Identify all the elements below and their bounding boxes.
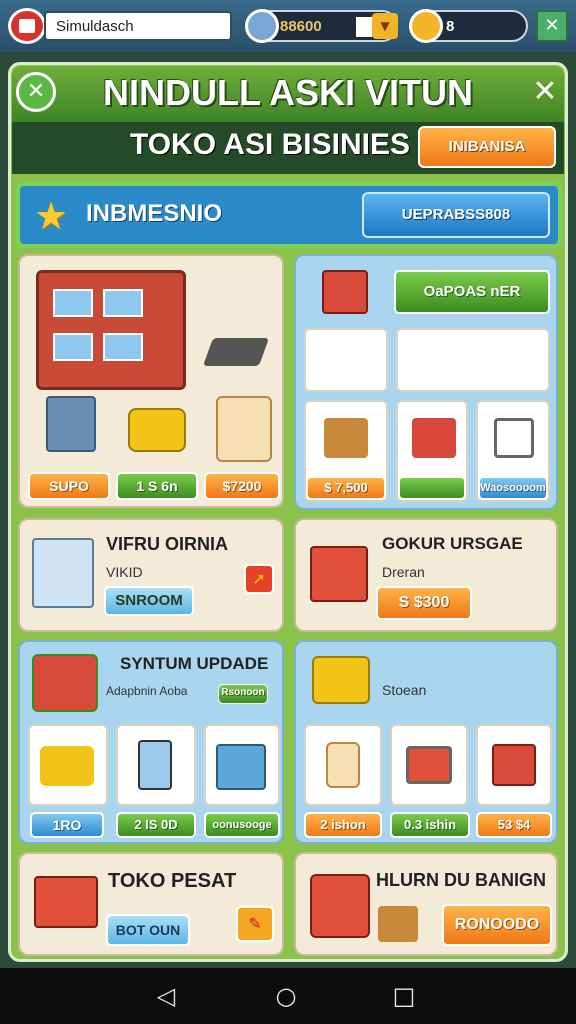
house-icon <box>19 19 35 33</box>
close-icon[interactable]: ✕ <box>16 72 56 112</box>
system-button-3[interactable]: oonusooge <box>204 812 280 838</box>
atm-icon <box>46 396 96 452</box>
vendor-icon <box>326 742 360 788</box>
vifru-action-icon[interactable]: ➚ <box>244 564 274 594</box>
system-title: SYNTUM UPDADE <box>120 654 269 673</box>
gokur-card: GOKUR URSGAE Dreran S $300 <box>294 518 558 632</box>
system-card: SYNTUM UPDADE Adapbnin Aoba Rsonoon 1RO … <box>18 640 284 844</box>
shop-price[interactable]: $ 7,500 <box>306 476 386 500</box>
gear-icon[interactable] <box>245 9 279 43</box>
crate-icon <box>378 906 418 942</box>
coin-bar <box>356 17 372 37</box>
home-icon[interactable]: ○ <box>266 982 306 1010</box>
display-rack-icon <box>32 538 94 608</box>
toko-button[interactable]: BOT OUN <box>106 914 190 946</box>
app-logo-icon[interactable] <box>8 8 46 44</box>
stall-icon <box>322 270 368 314</box>
storefront-icon <box>34 876 98 928</box>
gokur-title: GOKUR URSGAE <box>382 534 523 553</box>
stoean-title: Stoean <box>382 682 427 698</box>
add-coins-button[interactable]: ▼ <box>372 13 398 39</box>
banner-title: INBMESNIO <box>86 200 223 227</box>
sub-header-button[interactable]: INIBANISA <box>418 126 556 168</box>
store-price-3[interactable]: $7200 <box>204 472 280 500</box>
page-title: NINDULL ASKI VITUN <box>102 72 473 113</box>
truck-icon <box>40 746 94 786</box>
system-button-1[interactable]: 1RO <box>30 812 104 838</box>
vifru-line: VIKID <box>106 564 143 580</box>
store-building-icon <box>36 270 186 390</box>
stoean-button-1[interactable]: 2 ishon <box>304 812 382 838</box>
coin-counter: 88600 ▼ <box>245 9 398 43</box>
gokur-price[interactable]: S $300 <box>376 586 472 620</box>
crate-icon <box>324 418 368 458</box>
truck-icon <box>312 656 370 704</box>
system-tag[interactable]: Rsonoon <box>218 684 268 704</box>
package-icon <box>216 744 266 790</box>
register-tile[interactable] <box>304 328 388 392</box>
store-price-1[interactable]: SUPO <box>28 472 110 500</box>
gem-counter: 8 <box>409 9 528 43</box>
forklift-icon <box>128 408 186 452</box>
shop-tag[interactable]: Waosoooom <box>478 476 548 500</box>
gift-cart-icon <box>310 874 370 938</box>
store-icon <box>412 418 456 458</box>
search-input-value: Simuldasch <box>56 18 134 35</box>
shop-empty-button[interactable] <box>398 476 466 500</box>
star-icon: ★ <box>34 194 69 238</box>
vifru-title: VIFRU OIRNIA <box>106 534 229 554</box>
recents-icon[interactable]: □ <box>384 982 424 1010</box>
store-card: SUPO 1 S 6n $7200 <box>18 254 284 508</box>
stoean-card: Stoean 2 ishon 0.3 ishin 53 $4 <box>294 640 558 844</box>
panel-close-button[interactable]: ✕ <box>530 74 560 109</box>
goods-tile[interactable] <box>396 328 550 392</box>
shopkeeper-icon <box>216 396 272 462</box>
toko-card: TOKO PESAT BOT OUN ✎ <box>18 852 284 956</box>
store-icon <box>492 744 536 786</box>
search-input[interactable]: Simuldasch ▼ <box>44 11 274 41</box>
toko-action-icon[interactable]: ✎ <box>236 906 274 942</box>
system-line: Adapbnin Aoba <box>106 684 188 698</box>
hlurn-title: HLURN DU BANIGN <box>376 870 546 890</box>
system-button-2[interactable]: 2 IS 0D <box>116 812 196 838</box>
house-icon <box>32 654 98 712</box>
stoean-button-2[interactable]: 0.3 ishin <box>390 812 470 838</box>
shop-front-icon <box>310 546 368 602</box>
vifru-card: VIFRU OIRNIA VIKID SNROOM ➚ <box>18 518 284 632</box>
shopping-cart-icon <box>494 418 534 458</box>
sub-title: TOKO ASI BISINIES <box>129 128 410 161</box>
phone-icon <box>138 740 172 790</box>
shop-card-button[interactable]: OaPOAS nER <box>394 270 550 314</box>
gokur-line: Dreran <box>382 564 425 580</box>
top-close-button[interactable]: ✕ <box>536 10 568 42</box>
back-icon[interactable]: ◁ <box>146 982 186 1010</box>
vifru-button[interactable]: SNROOM <box>104 586 194 616</box>
smiley-icon <box>409 9 443 43</box>
banner-button[interactable]: UEPRABSS808 <box>362 192 550 238</box>
store-price-2[interactable]: 1 S 6n <box>116 472 198 500</box>
conveyor-icon <box>202 338 270 366</box>
shop-card: OaPOAS nER $ 7,500 Waosoooom <box>294 254 558 510</box>
shopping-cart-icon <box>406 746 452 784</box>
gem-value: 8 <box>446 18 455 35</box>
toko-title: TOKO PESAT <box>108 870 237 892</box>
hlurn-card: HLURN DU BANIGN RONOODO <box>294 852 558 956</box>
stoean-button-3[interactable]: 53 $4 <box>476 812 552 838</box>
hlurn-button[interactable]: RONOODO <box>442 904 552 946</box>
coin-value: 88600 <box>280 18 322 35</box>
